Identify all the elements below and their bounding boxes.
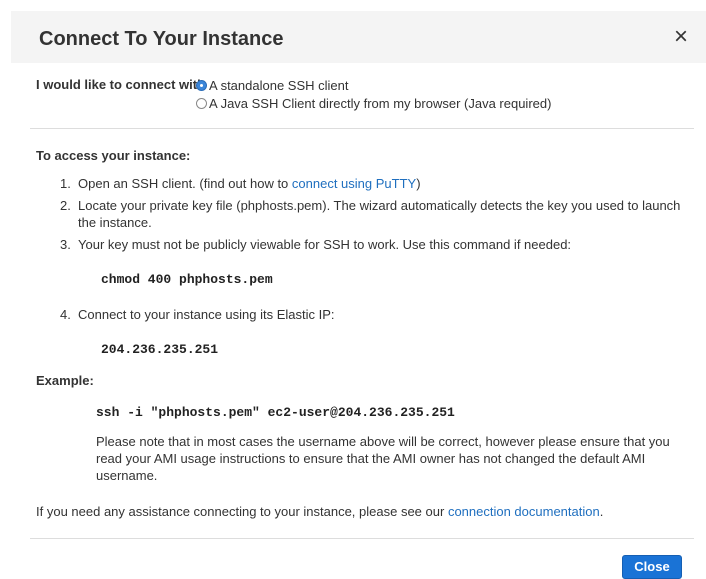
access-heading: To access your instance: (36, 148, 191, 163)
connect-method-label: I would like to connect with (36, 77, 206, 92)
connection-documentation-link[interactable]: connection documentation (448, 504, 600, 519)
step-number: 1. (60, 176, 71, 191)
close-icon[interactable]: × (674, 25, 688, 49)
connect-using-putty-link[interactable]: connect using PuTTY (292, 176, 416, 191)
username-note: Please note that in most cases the usern… (96, 434, 670, 483)
step-1-suffix: ) (416, 176, 421, 191)
assist-message: If you need any assistance connecting to… (36, 504, 448, 519)
footer-divider (30, 538, 694, 539)
ssh-example-command: ssh -i "phphosts.pem" ec2-user@204.236.2… (96, 405, 455, 420)
dialog-title: Connect To Your Instance (39, 28, 284, 50)
radio-java-ssh-label: A Java SSH Client directly from my brows… (209, 96, 552, 111)
step-text: Connect to your instance using its Elast… (78, 307, 335, 322)
radio-standalone-ssh[interactable]: A standalone SSH client (196, 78, 348, 93)
step-1-text: Open an SSH client. (find out how to (78, 176, 292, 191)
radio-java-ssh[interactable]: A Java SSH Client directly from my brows… (196, 96, 551, 111)
step-number: 2. (60, 198, 71, 213)
step-number: 3. (60, 237, 71, 252)
example-heading: Example: (36, 373, 94, 388)
divider (30, 128, 694, 129)
elastic-ip: 204.236.235.251 (101, 342, 219, 357)
radio-selected-icon[interactable] (196, 80, 207, 91)
radio-unselected-icon[interactable] (196, 98, 207, 109)
step-text: Open an SSH client. (find out how to con… (78, 175, 696, 192)
step-number: 4. (60, 307, 71, 322)
step-text: Locate your private key file (phphosts.p… (78, 198, 681, 230)
step-text: Your key must not be publicly viewable f… (78, 237, 572, 252)
assist-text: If you need any assistance connecting to… (36, 504, 603, 519)
close-button[interactable]: Close (622, 555, 682, 579)
chmod-command: chmod 400 phphosts.pem (101, 272, 273, 287)
assist-suffix: . (599, 504, 604, 519)
radio-standalone-ssh-label: A standalone SSH client (209, 78, 349, 93)
dialog-header: Connect To Your Instance × (11, 11, 706, 63)
